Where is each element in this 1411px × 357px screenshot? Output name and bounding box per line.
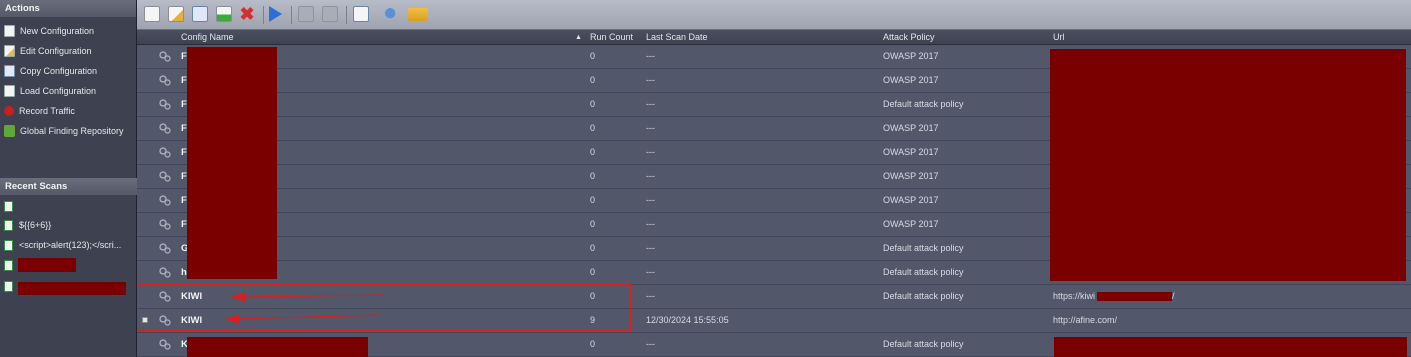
annotation-arrows xyxy=(224,292,385,324)
